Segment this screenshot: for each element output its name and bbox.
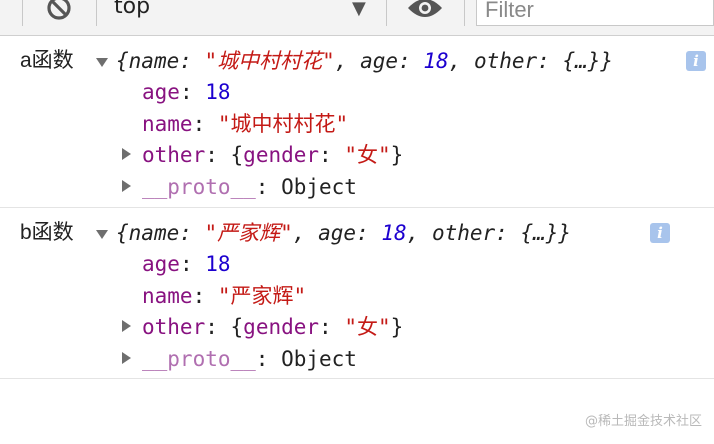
- property-age: age: 18: [142, 80, 231, 104]
- property-name: name: "城中村村花": [142, 112, 349, 136]
- expand-arrow-icon[interactable]: [122, 148, 131, 160]
- property-proto[interactable]: __proto__: Object: [142, 172, 357, 202]
- expand-arrow-icon[interactable]: [122, 320, 131, 332]
- object-summary[interactable]: {name: "严家辉", age: 18, other: {…}}: [116, 218, 571, 248]
- expand-arrow-icon[interactable]: [96, 230, 108, 239]
- property-name: name: "严家辉": [142, 284, 307, 308]
- property-proto[interactable]: __proto__: Object: [142, 344, 357, 374]
- toolbar-divider: [464, 0, 465, 26]
- property-other[interactable]: other: {gender: "女"}: [142, 140, 403, 170]
- clear-console-icon[interactable]: [42, 0, 74, 26]
- context-selector[interactable]: top: [114, 0, 150, 19]
- info-icon[interactable]: i: [686, 51, 706, 71]
- property-age: age: 18: [142, 252, 231, 276]
- toolbar-divider: [96, 0, 97, 26]
- watermark: @稀土掘金技术社区: [584, 414, 702, 429]
- property-other[interactable]: other: {gender: "女"}: [142, 312, 403, 342]
- expand-arrow-icon[interactable]: [96, 58, 108, 67]
- expand-arrow-icon[interactable]: [122, 180, 131, 192]
- object-summary[interactable]: {name: "城中村村花", age: 18, other: {…}}: [116, 46, 613, 76]
- filter-input[interactable]: [477, 0, 713, 24]
- console-toolbar: top ▼: [0, 0, 714, 36]
- toolbar-divider: [22, 0, 23, 26]
- info-icon[interactable]: i: [650, 223, 670, 243]
- expand-arrow-icon[interactable]: [122, 352, 131, 364]
- chevron-down-icon[interactable]: ▼: [352, 0, 366, 19]
- filter-field[interactable]: [476, 0, 714, 26]
- entry-divider: [0, 378, 714, 379]
- toolbar-divider: [386, 0, 387, 26]
- entry-divider: [0, 207, 714, 208]
- log-label: b函数: [20, 221, 74, 244]
- log-label: a函数: [20, 49, 74, 72]
- eye-icon[interactable]: [406, 0, 444, 22]
